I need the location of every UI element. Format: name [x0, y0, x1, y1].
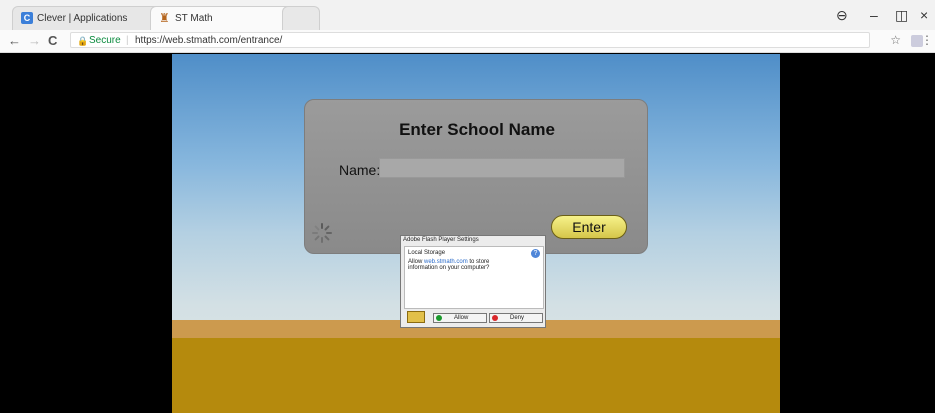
stmath-favicon-icon: ♜: [159, 11, 170, 25]
dialog-body: Local Storage ? Allow web.stmath.com to …: [404, 246, 544, 309]
lock-icon: 🔒: [77, 36, 89, 46]
storage-message: Allow web.stmath.com to store informatio…: [408, 259, 518, 271]
local-storage-label: Local Storage: [408, 250, 446, 256]
back-button[interactable]: ←: [8, 33, 21, 48]
url-text[interactable]: https://web.stmath.com/entrance/: [135, 33, 282, 49]
reload-button[interactable]: C: [48, 33, 57, 48]
minimize-button[interactable]: –: [870, 7, 878, 23]
ground: [172, 338, 780, 413]
menu-icon[interactable]: ⋮: [921, 33, 933, 47]
page-title: Enter School Name: [399, 120, 555, 139]
loading-spinner-icon: [312, 223, 332, 243]
flash-stage: Enter School Name Name: Enter Adobe Flas…: [172, 54, 780, 413]
close-window-button[interactable]: ×: [920, 7, 928, 23]
help-icon[interactable]: ?: [531, 249, 540, 258]
deny-icon: [492, 315, 498, 321]
dialog-title: Adobe Flash Player Settings: [403, 237, 479, 243]
allow-label: Allow: [454, 315, 469, 321]
name-label: Name:: [339, 162, 381, 178]
allow-button[interactable]: Allow: [433, 313, 487, 323]
deny-button[interactable]: Deny: [489, 313, 543, 323]
browser-toolbar: ← → C 🔒 Secure | https://web.stmath.com/…: [0, 30, 935, 53]
profile-icon[interactable]: ⊖: [836, 7, 848, 24]
clever-favicon-icon: C: [21, 12, 33, 24]
tab-label: Clever | Applications: [37, 13, 128, 24]
deny-label: Deny: [510, 315, 525, 321]
folder-icon: [407, 311, 425, 323]
school-login-panel: Enter School Name Name: Enter: [304, 99, 648, 254]
forward-button[interactable]: →: [28, 33, 41, 48]
new-tab-button[interactable]: [282, 6, 320, 30]
bookmark-star-icon[interactable]: ☆: [890, 33, 901, 47]
address-bar[interactable]: 🔒 Secure | https://web.stmath.com/entran…: [70, 32, 870, 48]
tab-label: ST Math: [175, 13, 213, 24]
restore-button[interactable]: ◫: [895, 7, 908, 24]
tab-st-math[interactable]: ♜ ST Math ×: [150, 6, 298, 30]
school-name-input[interactable]: [379, 158, 625, 178]
tab-clever-applications[interactable]: C Clever | Applications ×: [12, 6, 172, 30]
enter-button[interactable]: Enter: [551, 215, 627, 239]
secure-label: Secure: [89, 35, 121, 46]
tab-strip: C Clever | Applications × ♜ ST Math × ⊖ …: [0, 0, 935, 30]
check-icon: [436, 315, 442, 321]
address-separator: |: [126, 35, 129, 46]
flash-settings-dialog: Adobe Flash Player Settings Local Storag…: [400, 235, 546, 328]
